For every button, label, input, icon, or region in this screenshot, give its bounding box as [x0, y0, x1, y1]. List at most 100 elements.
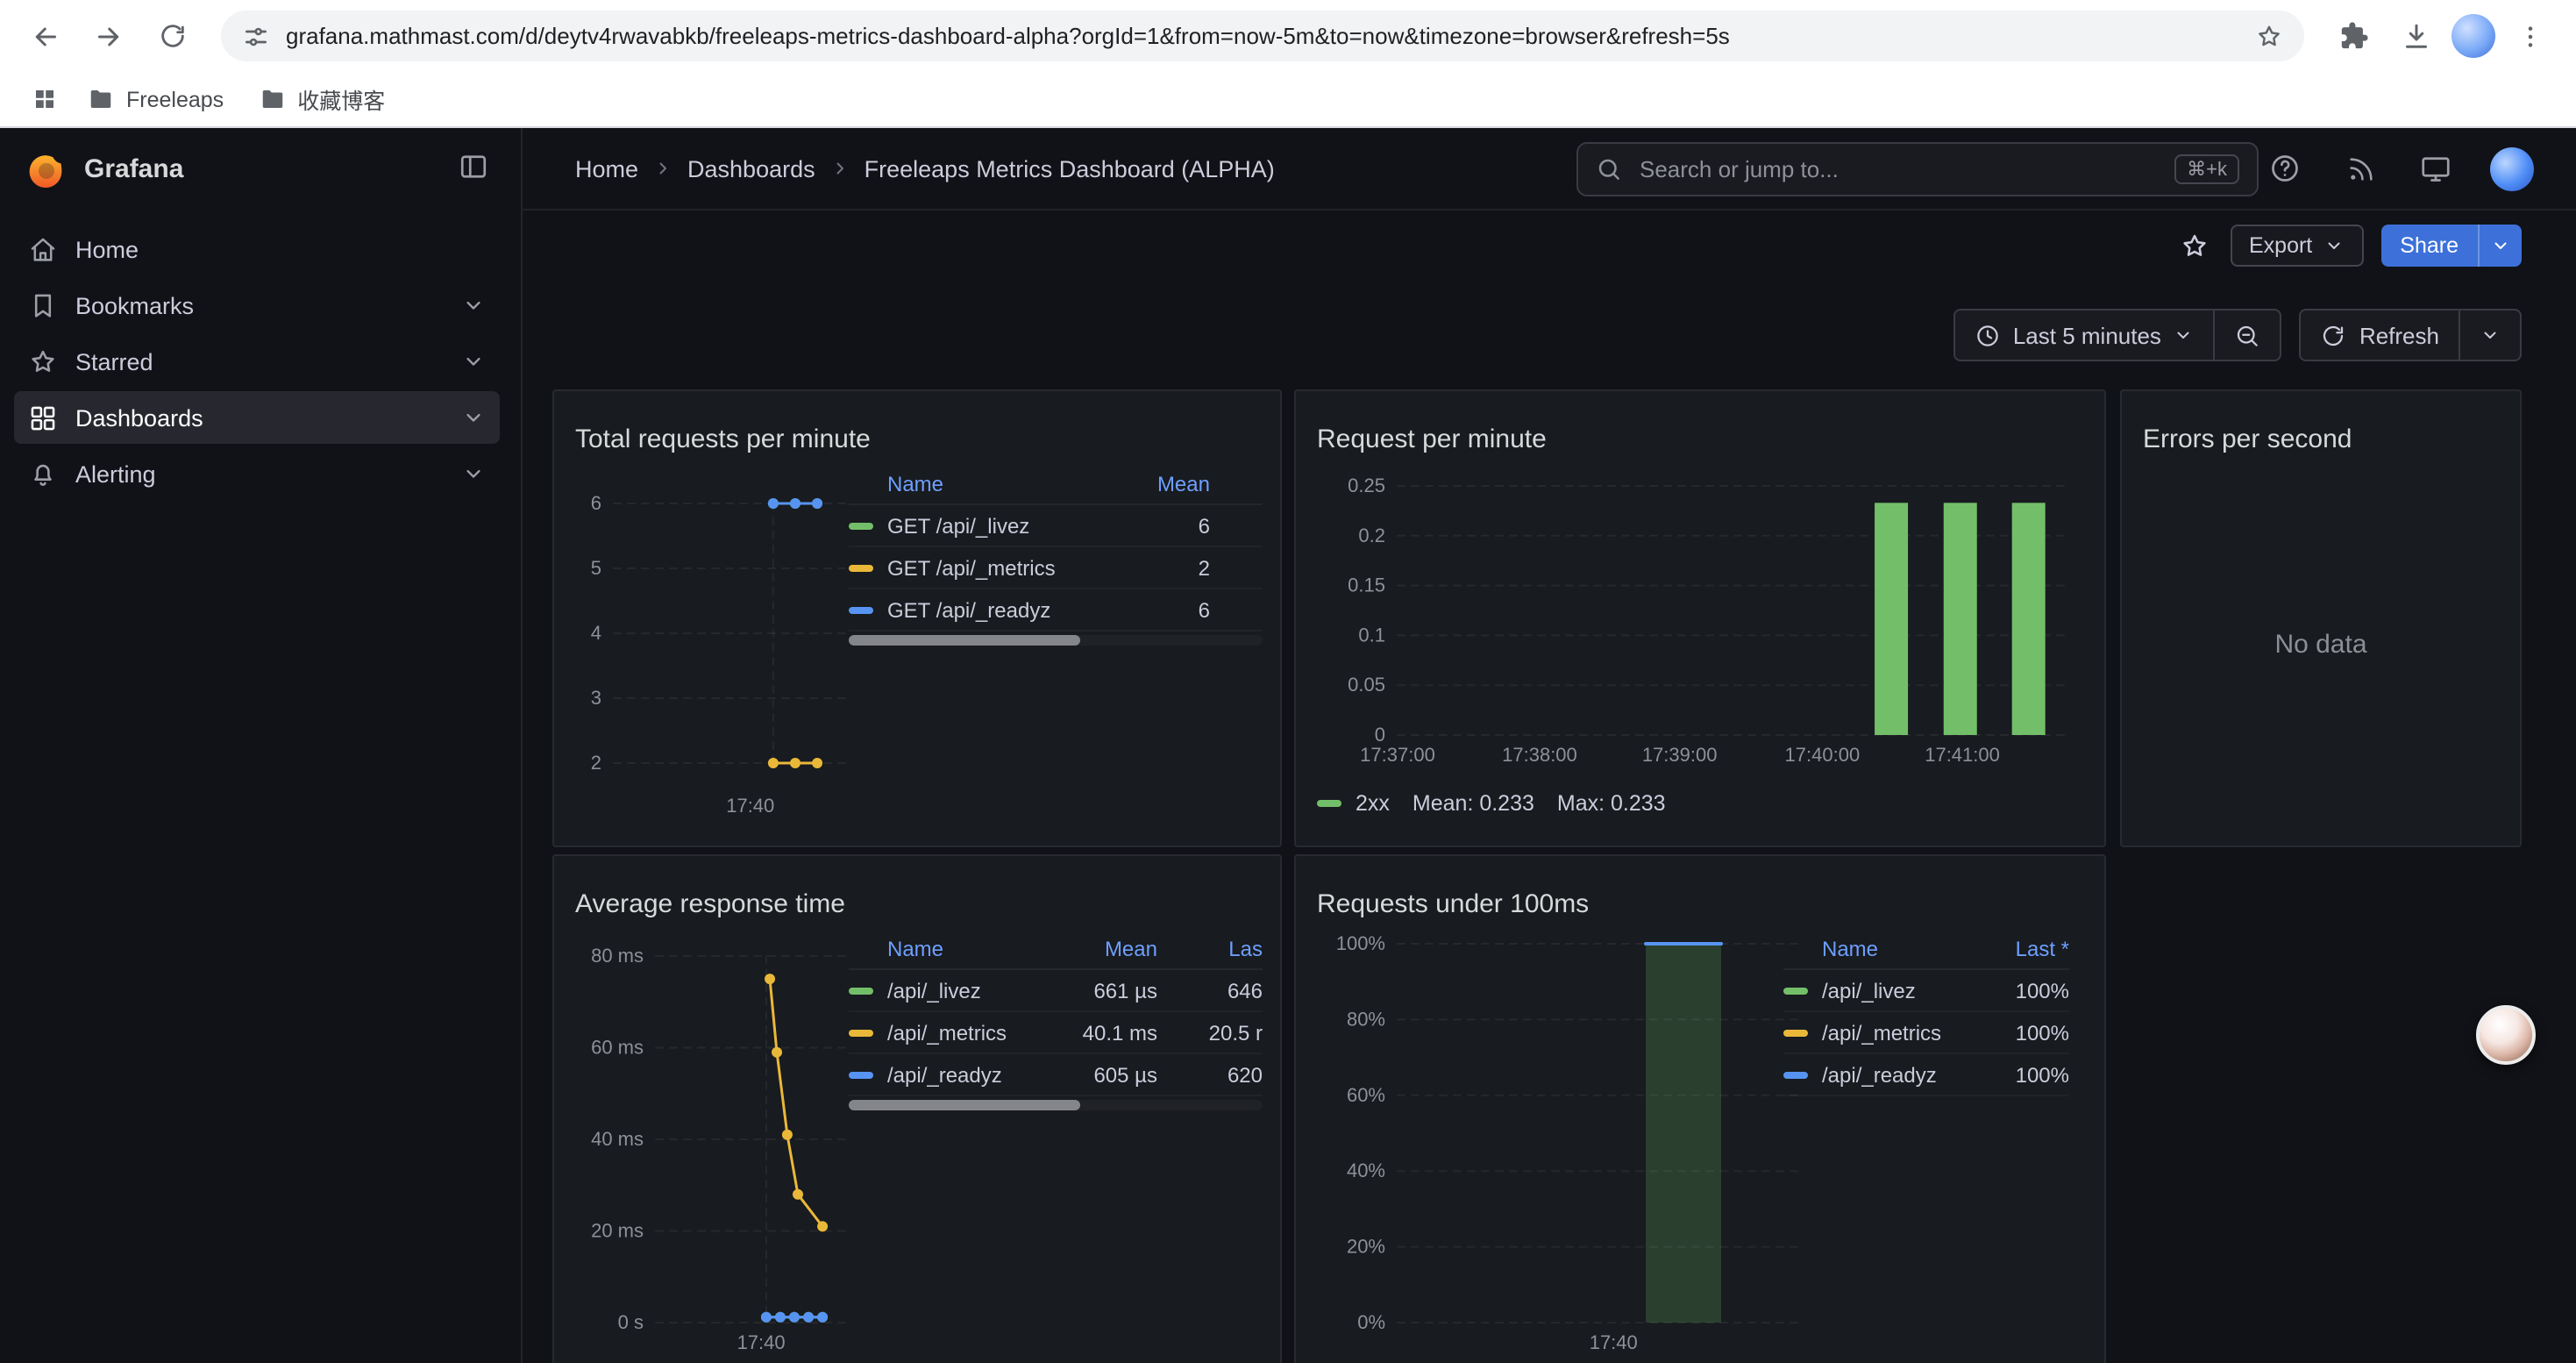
legend-scrollbar[interactable] [849, 635, 1263, 646]
site-settings-icon[interactable] [242, 22, 270, 50]
series-name[interactable]: GET /api/_livez [887, 513, 1122, 538]
zoom-out-button[interactable] [2216, 309, 2282, 361]
panel-request-per-minute: Request per minute 0.250.20.150.10.05017… [1294, 389, 2106, 847]
sidebar-nav: Home Bookmarks Starred Dashboards [0, 211, 521, 500]
share-button[interactable]: Share [2380, 225, 2478, 267]
legend-col-last[interactable]: Last * [1982, 937, 2069, 961]
reload-button[interactable] [144, 8, 200, 64]
series-name[interactable]: /api/_livez [1822, 978, 1982, 1003]
apps-grid-icon [31, 86, 57, 112]
chevron-down-icon[interactable] [461, 293, 486, 318]
chevron-down-icon[interactable] [461, 461, 486, 486]
favorite-dashboard-button[interactable] [2175, 227, 2212, 264]
floating-avatar[interactable] [2476, 1005, 2536, 1065]
refresh-button[interactable]: Refresh [2300, 309, 2460, 361]
legend-col-name[interactable]: Name [849, 937, 1066, 961]
series-name[interactable]: GET /api/_readyz [887, 597, 1122, 622]
bookmark-folder-blog[interactable]: 收藏博客 [245, 78, 399, 120]
profile-avatar[interactable] [2451, 14, 2495, 58]
series-max-stat: Max: 0.233 [1557, 791, 1666, 816]
svg-text:17:40: 17:40 [1590, 1331, 1638, 1353]
panel-title[interactable]: Request per minute [1317, 425, 1547, 455]
series-2xx[interactable]: 2xx [1317, 791, 1390, 816]
grafana-logo[interactable] [25, 148, 67, 190]
chevron-right-icon [829, 158, 850, 179]
series-color-dash [1783, 1071, 1808, 1078]
legend-col-name[interactable]: Name [849, 472, 1122, 496]
panel-title[interactable]: Average response time [575, 890, 845, 920]
series-name[interactable]: /api/_readyz [887, 1062, 1066, 1087]
legend-scrollbar[interactable] [849, 1100, 1263, 1110]
user-avatar[interactable] [2490, 146, 2534, 190]
legend-row: /api/_readyz 605 µs 620 [849, 1054, 1263, 1096]
svg-text:17:40: 17:40 [726, 795, 774, 817]
browser-menu-button[interactable] [2502, 8, 2558, 64]
scrollbar-thumb[interactable] [849, 635, 1080, 646]
bookmark-label: Freeleaps [126, 87, 224, 111]
time-range-picker[interactable]: Last 5 minutes [1953, 309, 2216, 361]
time-controls: Last 5 minutes Refresh [1953, 309, 2522, 361]
series-name: 2xx [1356, 791, 1390, 816]
search-input[interactable] [1636, 154, 2160, 184]
series-mean: 6 [1122, 597, 1210, 622]
series-last: 620 [1171, 1062, 1263, 1087]
breadcrumb-current: Freeleaps Metrics Dashboard (ALPHA) [865, 155, 1275, 182]
forward-icon [93, 20, 125, 52]
forward-button[interactable] [81, 8, 137, 64]
breadcrumb-home[interactable]: Home [575, 155, 638, 182]
url-bar[interactable]: grafana.mathmast.com/d/deytv4rwavabkb/fr… [221, 11, 2304, 61]
series-name[interactable]: GET /api/_metrics [887, 555, 1122, 580]
extensions-button[interactable] [2325, 8, 2381, 64]
svg-text:0: 0 [1375, 724, 1385, 746]
legend-inline: 2xx Mean: 0.233 Max: 0.233 [1317, 791, 1666, 816]
legend-table: Name Last * /api/_livez 100% /api/_metri… [1783, 930, 2069, 1096]
legend-col-name[interactable]: Name [1783, 937, 1982, 961]
sidebar-item-label: Bookmarks [75, 292, 444, 318]
downloads-button[interactable] [2388, 8, 2444, 64]
bookmark-folder-freeleaps[interactable]: Freeleaps [74, 78, 238, 120]
series-name[interactable]: /api/_metrics [1822, 1020, 1982, 1045]
series-name[interactable]: /api/_livez [887, 978, 1066, 1003]
legend-col-mean[interactable]: Mean [1066, 937, 1157, 961]
svg-text:20 ms: 20 ms [591, 1220, 644, 1242]
dock-menu-button[interactable] [451, 144, 496, 195]
scrollbar-thumb[interactable] [849, 1100, 1080, 1110]
bar-chart[interactable]: 0.250.20.150.10.05017:37:0017:38:0017:39… [1296, 391, 2104, 846]
bookmark-icon [28, 290, 58, 320]
breadcrumb-dashboards[interactable]: Dashboards [687, 155, 815, 182]
rss-icon [2345, 153, 2375, 183]
series-mean: 605 µs [1066, 1062, 1157, 1087]
share-menu-button[interactable] [2478, 225, 2522, 267]
chevron-down-icon[interactable] [461, 349, 486, 374]
sidebar-item-dashboards[interactable]: Dashboards [14, 391, 500, 444]
legend-col-mean[interactable]: Mean [1122, 472, 1210, 496]
sidebar-item-bookmarks[interactable]: Bookmarks [14, 279, 500, 332]
series-name[interactable]: /api/_readyz [1822, 1062, 1982, 1087]
search-bar[interactable]: ⌘+k [1576, 142, 2259, 196]
series-name[interactable]: /api/_metrics [887, 1020, 1066, 1045]
bookmark-star-icon[interactable] [2255, 22, 2283, 50]
export-button[interactable]: Export [2230, 225, 2363, 267]
panel-title[interactable]: Total requests per minute [575, 425, 871, 455]
chevron-down-icon[interactable] [461, 405, 486, 430]
legend-col-last[interactable]: Las [1171, 937, 1263, 961]
refresh-interval-button[interactable] [2460, 309, 2522, 361]
panel-title[interactable]: Errors per second [2143, 425, 2352, 455]
sidebar-item-alerting[interactable]: Alerting [14, 447, 500, 500]
brand-title[interactable]: Grafana [84, 154, 183, 184]
apps-grid-button[interactable] [21, 76, 67, 122]
series-last: 100% [1982, 1020, 2069, 1045]
kiosk-mode-button[interactable] [2415, 147, 2457, 189]
breadcrumb: Home Dashboards Freeleaps Metrics Dashbo… [575, 155, 1275, 182]
back-button[interactable] [18, 8, 74, 64]
help-button[interactable] [2264, 147, 2306, 189]
bookmarks-bar: Freeleaps 收藏博客 [0, 72, 2576, 128]
news-button[interactable] [2339, 147, 2381, 189]
svg-text:0.1: 0.1 [1358, 624, 1385, 646]
sidebar-item-starred[interactable]: Starred [14, 335, 500, 388]
search-shortcut-kbd: ⌘+k [2174, 154, 2239, 184]
share-split-button: Share [2380, 225, 2522, 267]
panel-title[interactable]: Requests under 100ms [1317, 890, 1589, 920]
series-color-dash [1783, 1029, 1808, 1036]
sidebar-item-home[interactable]: Home [14, 223, 500, 275]
